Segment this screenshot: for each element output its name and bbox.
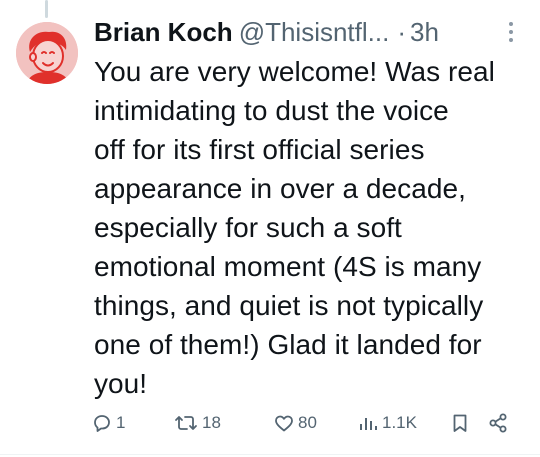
view-count: 1.1K	[382, 413, 417, 432]
tweet-text-line: off for its first official series	[94, 134, 425, 165]
heart-icon	[275, 415, 293, 432]
bookmark-button[interactable]	[448, 408, 472, 438]
tweet-text-line: You are very welcome! Was real	[94, 56, 495, 87]
tweet-text-line: appearance in over a decade,	[94, 173, 466, 204]
reply-icon	[94, 415, 110, 432]
author-display-name[interactable]: Brian Koch	[94, 14, 233, 50]
retweet-button[interactable]: 18	[172, 408, 221, 438]
share-button[interactable]	[486, 408, 510, 438]
divider	[0, 454, 540, 455]
tweet-text-line: you!	[94, 368, 148, 399]
author-handle[interactable]: @Thisisntfl...	[239, 14, 390, 50]
avatar-illustration	[16, 22, 78, 84]
reply-button[interactable]: 1	[90, 408, 125, 438]
tweet-text: You are very welcome! Was real intimidat…	[94, 52, 530, 403]
tweet-header: Brian Koch @Thisisntfl... · 3h	[94, 14, 439, 50]
tweet-text-line: intimidating to dust the voice	[94, 95, 449, 126]
tweet-text-line: especially for such a soft	[94, 212, 402, 243]
header-separator: ·	[397, 17, 407, 47]
thread-connector-line	[45, 0, 48, 18]
retweet-count: 18	[202, 413, 221, 432]
like-button[interactable]: 80	[272, 408, 317, 438]
more-options-icon[interactable]	[506, 22, 516, 48]
like-count: 80	[298, 413, 317, 432]
retweet-icon	[175, 416, 197, 430]
tweet-text-line: one of them!) Glad it landed for	[94, 329, 482, 360]
tweet-timestamp[interactable]: 3h	[410, 14, 439, 50]
views-button[interactable]: 1.1K	[356, 408, 417, 438]
tweet-text-line: things, and quiet is not typically	[94, 290, 484, 321]
reply-count: 1	[116, 413, 126, 432]
bookmark-icon	[453, 414, 467, 432]
share-icon	[489, 413, 507, 433]
views-icon	[360, 418, 377, 430]
avatar[interactable]	[16, 22, 78, 84]
tweet-text-line: emotional moment (4S is many	[94, 251, 482, 282]
tweet-actions-bar: 1 18 80 1.1K	[88, 408, 528, 438]
